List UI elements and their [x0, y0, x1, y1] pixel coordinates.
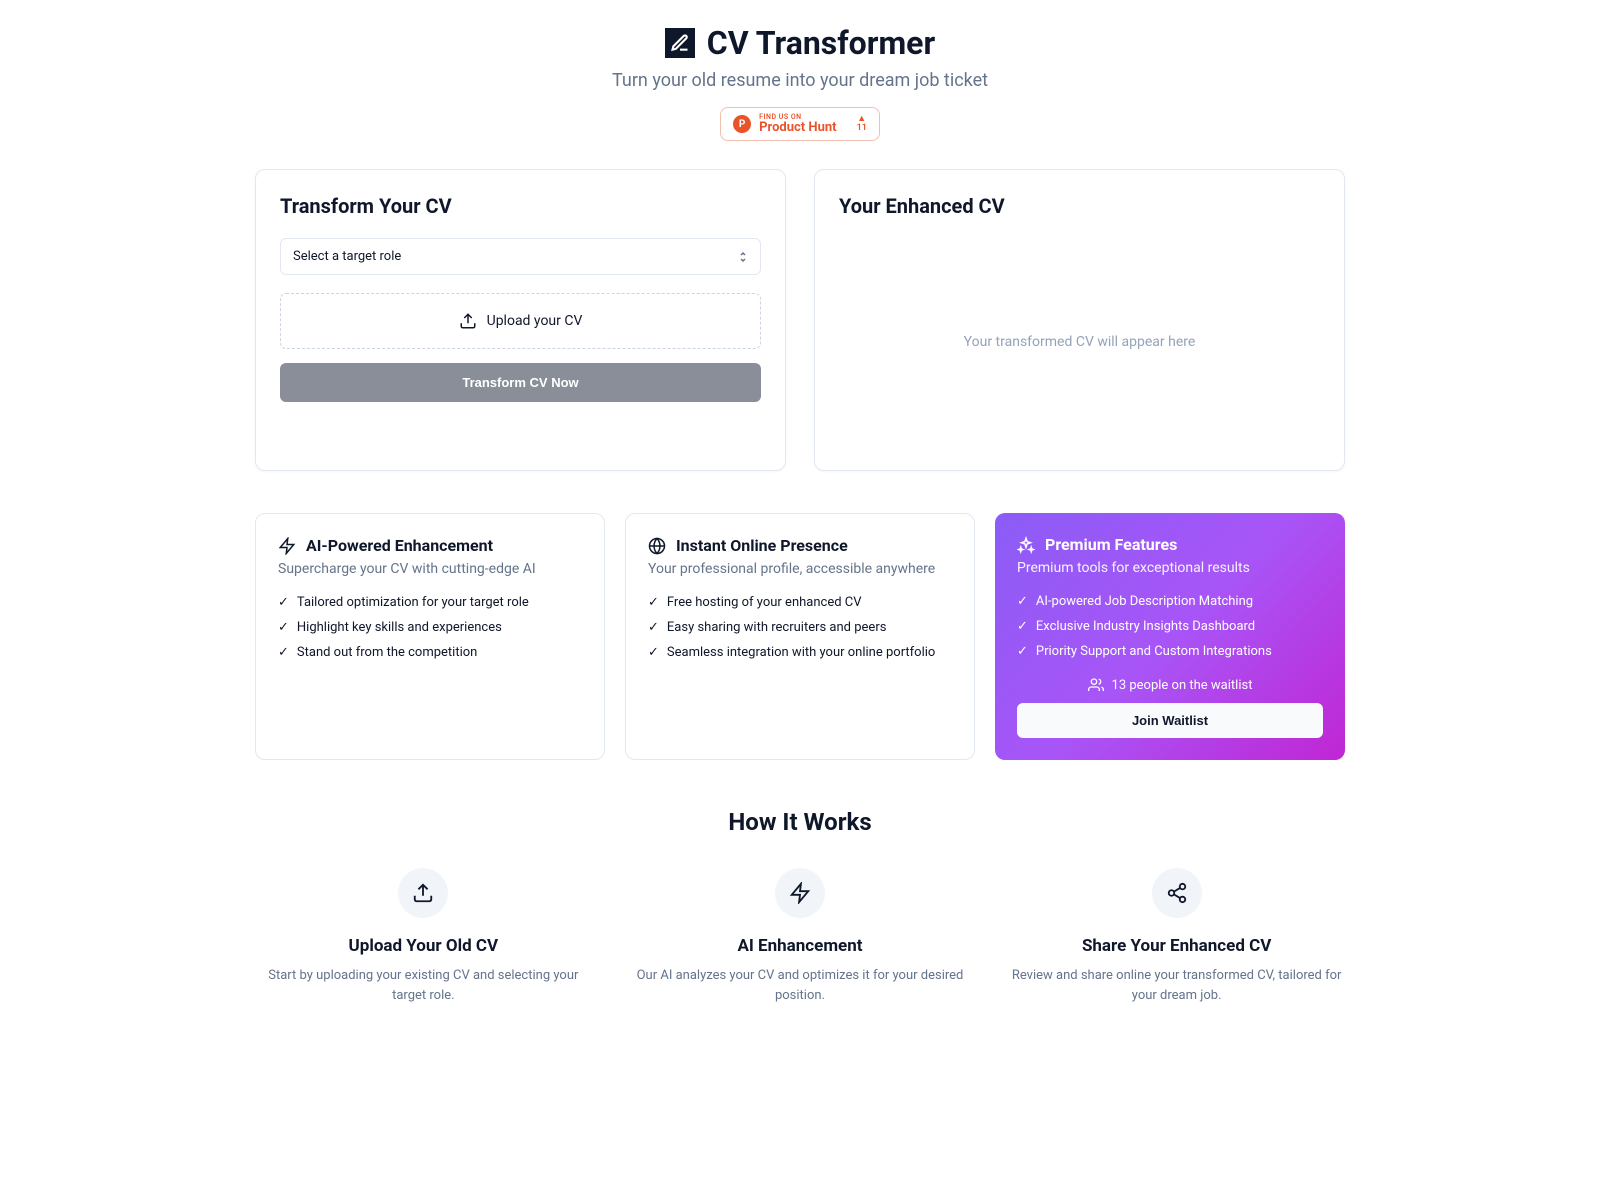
feature-ai-card: AI-Powered Enhancement Supercharge your …	[255, 513, 605, 760]
feature-subtitle: Premium tools for exceptional results	[1017, 560, 1323, 576]
how-step: AI Enhancement Our AI analyzes your CV a…	[632, 868, 969, 1005]
feature-subtitle: Your professional profile, accessible an…	[648, 561, 952, 577]
how-step-title: Upload Your Old CV	[349, 936, 499, 956]
zap-icon	[775, 868, 825, 918]
zap-icon	[278, 537, 296, 555]
output-card: Your Enhanced CV Your transformed CV wil…	[814, 169, 1345, 471]
feature-title: Instant Online Presence	[676, 536, 848, 555]
users-icon	[1088, 677, 1104, 693]
how-step-desc: Review and share online your transformed…	[1008, 966, 1345, 1005]
feature-online-card: Instant Online Presence Your professiona…	[625, 513, 975, 760]
feature-item: ✓Tailored optimization for your target r…	[278, 595, 582, 610]
feature-item: ✓Exclusive Industry Insights Dashboard	[1017, 619, 1323, 634]
waitlist-count: 13 people on the waitlist	[1017, 677, 1323, 693]
feature-item: ✓Highlight key skills and experiences	[278, 620, 582, 635]
feature-item: ✓Free hosting of your enhanced CV	[648, 595, 952, 610]
how-step: Upload Your Old CV Start by uploading yo…	[255, 868, 592, 1005]
page-header: CV Transformer Turn your old resume into…	[255, 24, 1345, 141]
feature-item: ✓Priority Support and Custom Integration…	[1017, 644, 1323, 659]
feature-subtitle: Supercharge your CV with cutting-edge AI	[278, 561, 582, 577]
how-title: How It Works	[255, 808, 1345, 836]
product-hunt-badge[interactable]: P FIND US ON Product Hunt ▲ 11	[720, 107, 880, 141]
chevron-updown-icon	[738, 250, 748, 264]
join-waitlist-button[interactable]: Join Waitlist	[1017, 703, 1323, 738]
logo-icon	[665, 28, 695, 58]
how-step-desc: Start by uploading your existing CV and …	[255, 966, 592, 1005]
how-step-desc: Our AI analyzes your CV and optimizes it…	[632, 966, 969, 1005]
transform-title: Transform Your CV	[280, 194, 761, 218]
upload-icon	[398, 868, 448, 918]
output-placeholder: Your transformed CV will appear here	[839, 238, 1320, 446]
upload-label: Upload your CV	[487, 313, 583, 329]
how-step-title: Share Your Enhanced CV	[1082, 936, 1271, 956]
page-subtitle: Turn your old resume into your dream job…	[255, 70, 1345, 91]
output-title: Your Enhanced CV	[839, 194, 1320, 218]
feature-item: ✓Seamless integration with your online p…	[648, 645, 952, 660]
feature-title: AI-Powered Enhancement	[306, 536, 493, 555]
share-icon	[1152, 868, 1202, 918]
page-title: CV Transformer	[707, 24, 935, 62]
role-select[interactable]: Select a target role	[280, 238, 761, 275]
ph-name-label: Product Hunt	[759, 121, 836, 134]
feature-premium-card: Premium Features Premium tools for excep…	[995, 513, 1345, 760]
feature-item: ✓Stand out from the competition	[278, 645, 582, 660]
feature-title: Premium Features	[1045, 535, 1177, 554]
feature-item: ✓Easy sharing with recruiters and peers	[648, 620, 952, 635]
upload-area[interactable]: Upload your CV	[280, 293, 761, 349]
feature-item: ✓AI-powered Job Description Matching	[1017, 594, 1323, 609]
role-select-placeholder: Select a target role	[293, 249, 401, 264]
upload-icon	[459, 312, 477, 330]
how-step: Share Your Enhanced CV Review and share …	[1008, 868, 1345, 1005]
product-hunt-icon: P	[733, 115, 751, 133]
sparkles-icon	[1017, 536, 1035, 554]
how-it-works-section: How It Works Upload Your Old CV Start by…	[255, 808, 1345, 1005]
ph-upvote: ▲ 11	[857, 115, 867, 133]
how-step-title: AI Enhancement	[737, 936, 862, 956]
globe-icon	[648, 537, 666, 555]
transform-card: Transform Your CV Select a target role U…	[255, 169, 786, 471]
transform-button[interactable]: Transform CV Now	[280, 363, 761, 402]
